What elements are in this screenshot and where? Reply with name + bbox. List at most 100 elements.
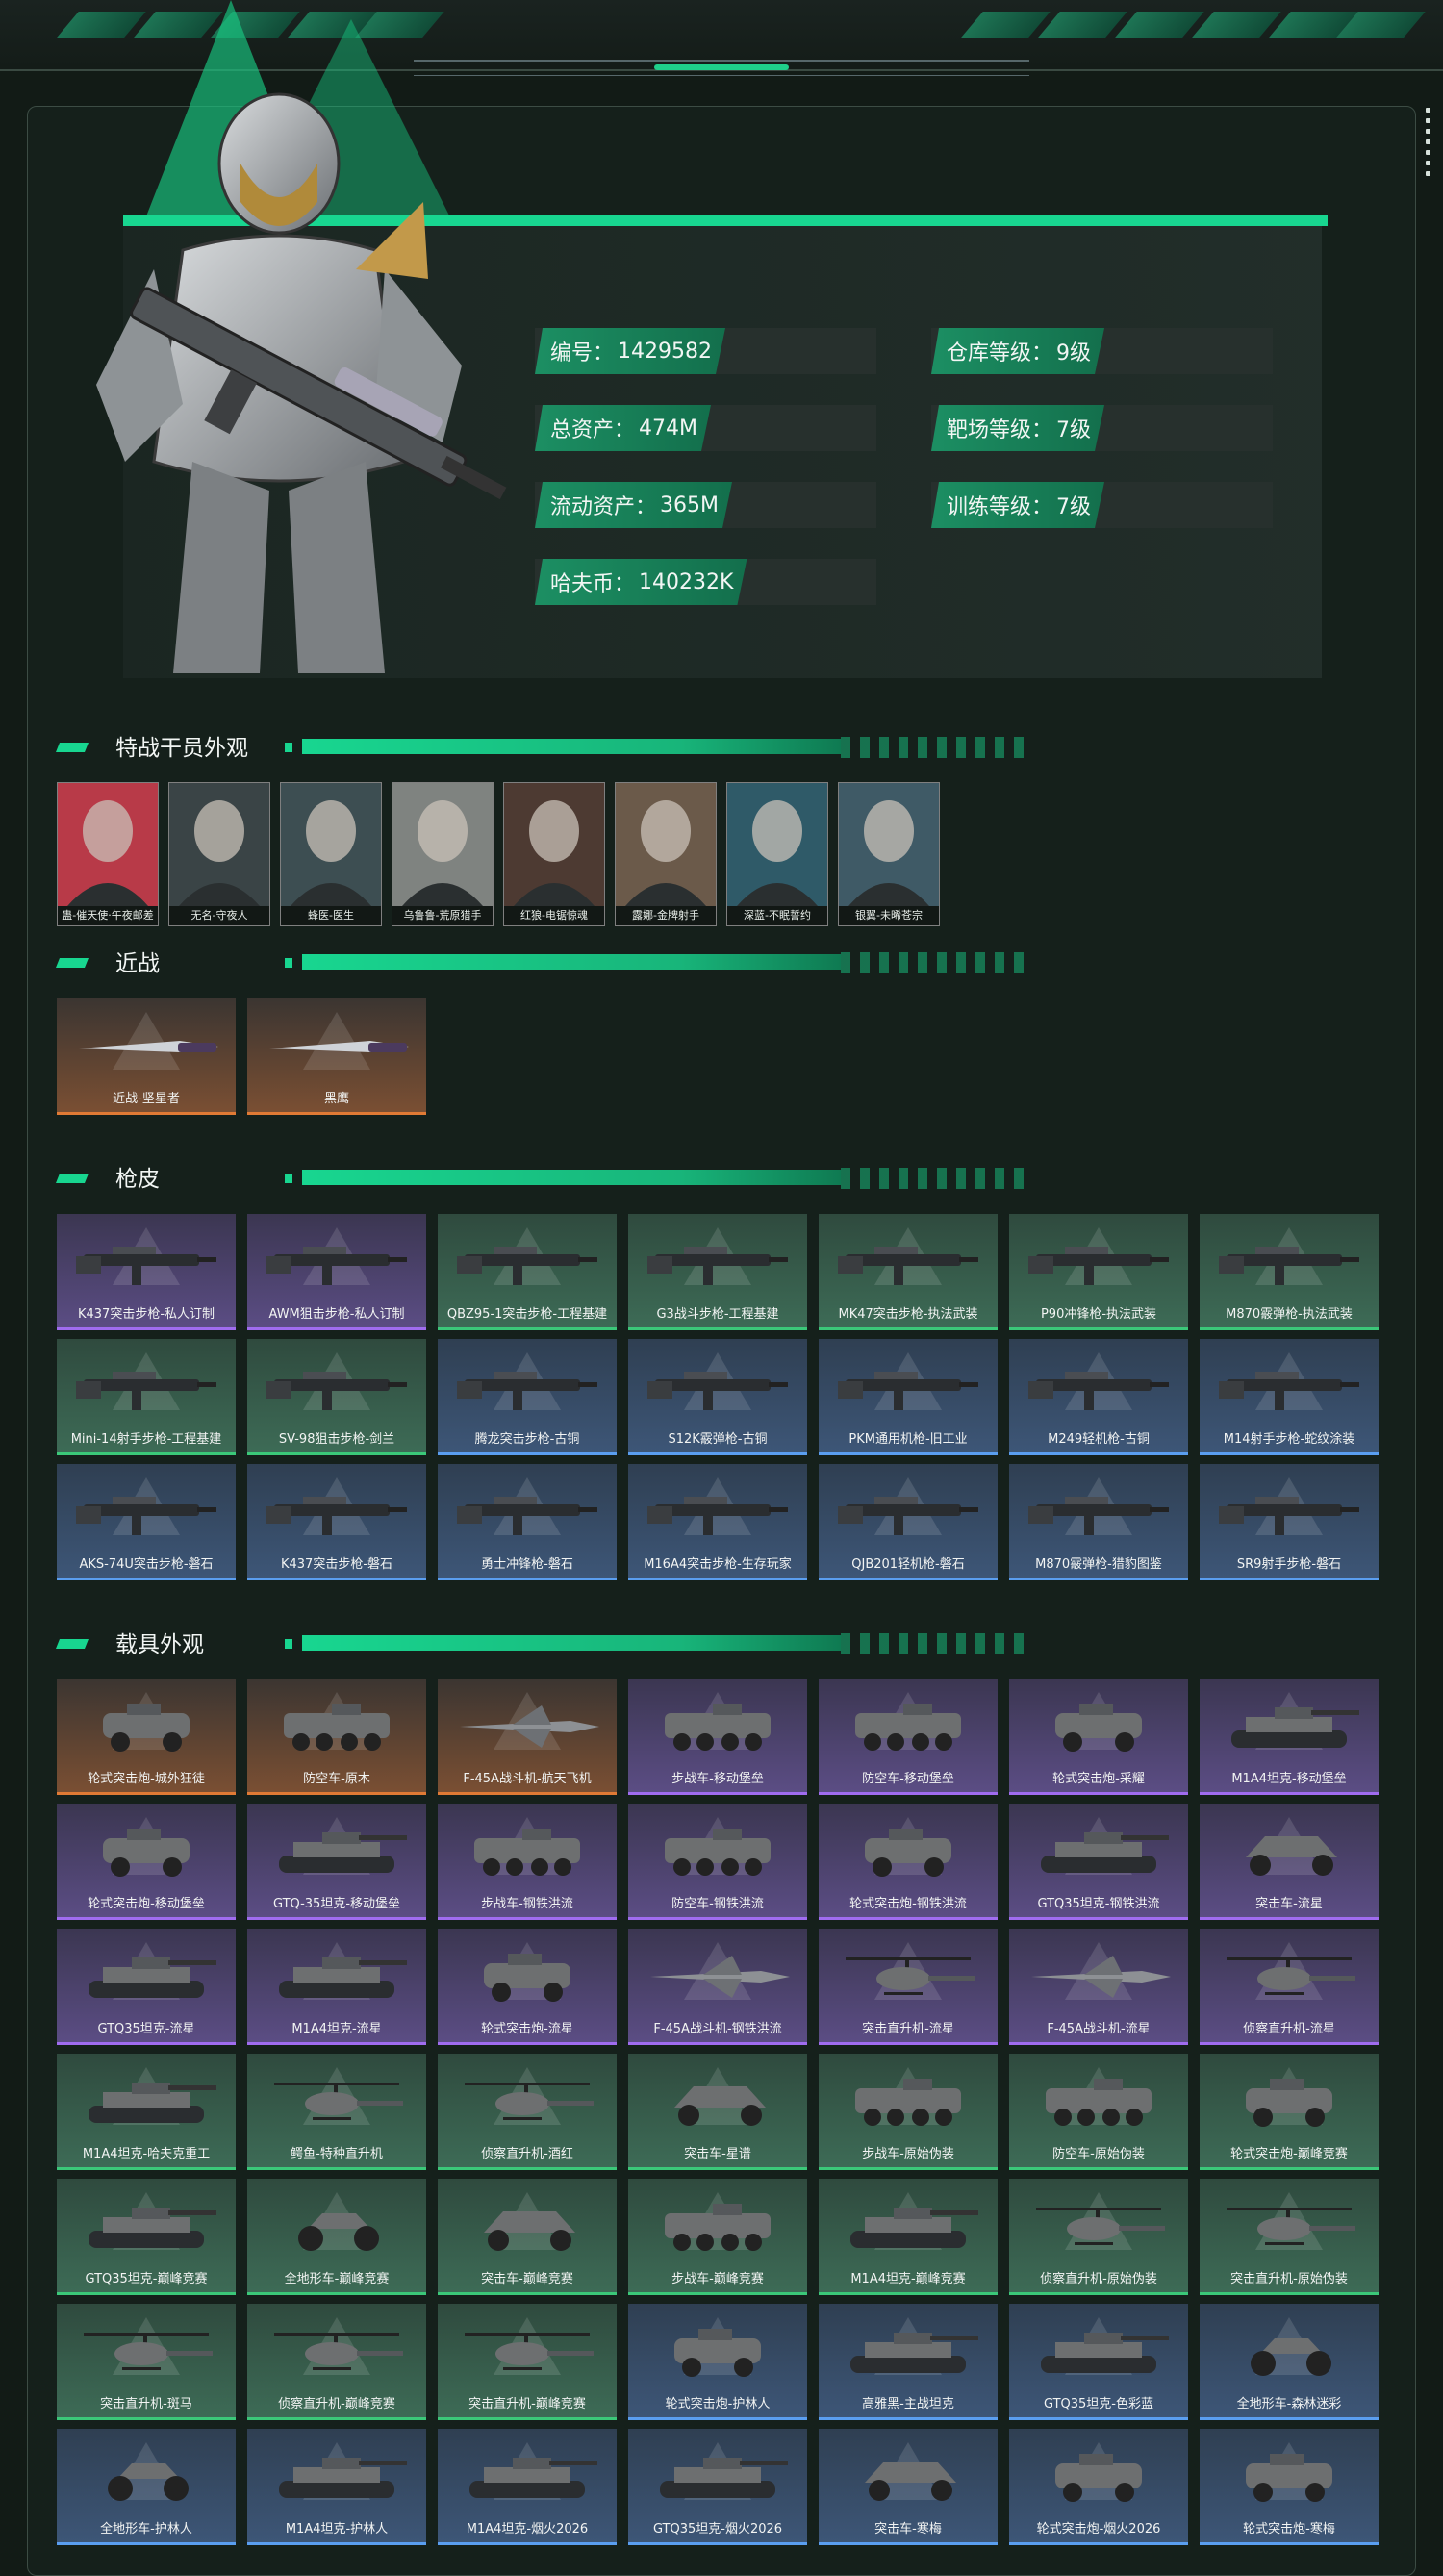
vehicle-card[interactable]: 侦察直升机-原始伪装 — [1009, 2179, 1188, 2295]
vehicle-card[interactable]: 轮式突击炮-寒梅 — [1200, 2429, 1379, 2545]
vehicle-card[interactable]: F-45A战斗机-钢铁洪流 — [628, 1929, 807, 2045]
vehicle-card[interactable]: 突击车-寒梅 — [819, 2429, 998, 2545]
operator-card[interactable]: 蜂医-医生 — [280, 782, 382, 926]
gun-skin-card[interactable]: AWM狙击步枪-私人订制 — [247, 1214, 426, 1330]
vehicle-card[interactable]: 全地形车-巅峰竞赛 — [247, 2179, 426, 2295]
vehicle-card[interactable]: 突击车-流星 — [1200, 1804, 1379, 1920]
vehicle-card[interactable]: 防空车-钢铁洪流 — [628, 1804, 807, 1920]
gun-skin-card[interactable]: P90冲锋枪-执法武装 — [1009, 1214, 1188, 1330]
vehicle-card[interactable]: GTQ35坦克-钢铁洪流 — [1009, 1804, 1188, 1920]
vehicle-card[interactable]: 轮式突击炮-钢铁洪流 — [819, 1804, 998, 1920]
vehicle-name: 轮式突击炮-钢铁洪流 — [849, 1897, 967, 1911]
operator-card[interactable]: 深蓝-不眠誓约 — [726, 782, 828, 926]
vehicle-card[interactable]: M1A4坦克-哈夫克重工 — [57, 2054, 236, 2170]
vehicle-card[interactable]: 轮式突击炮-烟火2026 — [1009, 2429, 1188, 2545]
vehicle-card[interactable]: 突击车-星谱 — [628, 2054, 807, 2170]
vehicle-name: F-45A战斗机-钢铁洪流 — [653, 2022, 782, 2036]
vehicle-card[interactable]: 轮式突击炮-采耀 — [1009, 1679, 1188, 1795]
vehicle-card[interactable]: 侦察直升机-酒红 — [438, 2054, 617, 2170]
vehicle-card[interactable]: 鳄鱼-特种直升机 — [247, 2054, 426, 2170]
vehicle-card[interactable]: 全地形车-森林迷彩 — [1200, 2304, 1379, 2420]
apc-icon — [665, 2204, 771, 2251]
operator-card[interactable]: 露娜-金牌射手 — [615, 782, 717, 926]
operator-card[interactable]: 乌鲁鲁-荒原猎手 — [392, 782, 494, 926]
vehicle-card[interactable]: GTQ35坦克-流星 — [57, 1929, 236, 2045]
vehicle-card[interactable]: 步战车-原始伪装 — [819, 2054, 998, 2170]
gun-skin-card[interactable]: M249轻机枪-古铜 — [1009, 1339, 1188, 1455]
vehicle-card[interactable]: 突击车-巅峰竞赛 — [438, 2179, 617, 2295]
vehicle-card[interactable]: 步战车-移动堡垒 — [628, 1679, 807, 1795]
banner-stripe — [1037, 12, 1127, 38]
gun-skin-card[interactable]: 勇士冲锋枪-磐石 — [438, 1464, 617, 1580]
operator-card[interactable]: 红狼-电锯惊魂 — [503, 782, 605, 926]
melee-card[interactable]: 黑鹰 — [247, 998, 426, 1115]
vehicle-card[interactable]: F-45A战斗机-航天飞机 — [438, 1679, 617, 1795]
gun-skin-card[interactable]: S12K霰弹枪-古铜 — [628, 1339, 807, 1455]
vehicle-card[interactable]: M1A4坦克-烟火2026 — [438, 2429, 617, 2545]
vehicle-card[interactable]: GTQ35坦克-巅峰竞赛 — [57, 2179, 236, 2295]
gun-icon — [647, 1497, 788, 1535]
gun-skin-card[interactable]: Mini-14射手步枪-工程基建 — [57, 1339, 236, 1455]
helicopter-icon — [274, 2333, 403, 2370]
vehicle-card[interactable]: 防空车-移动堡垒 — [819, 1679, 998, 1795]
vehicle-card[interactable]: 防空车-原始伪装 — [1009, 2054, 1188, 2170]
gun-icon — [76, 1372, 216, 1410]
apc-icon — [855, 2079, 961, 2126]
vehicle-card[interactable]: M1A4坦克-护林人 — [247, 2429, 426, 2545]
operator-card[interactable]: 银翼-未晞苍宗 — [838, 782, 940, 926]
vehicle-card[interactable]: 全地形车-护林人 — [57, 2429, 236, 2545]
vehicle-card[interactable]: M1A4坦克-流星 — [247, 1929, 426, 2045]
atv-icon — [1251, 2338, 1331, 2376]
tank-icon — [89, 2083, 216, 2123]
gun-icon — [1028, 1497, 1169, 1535]
gun-skin-card[interactable]: M870霰弹枪-猎豹图鉴 — [1009, 1464, 1188, 1580]
vehicle-card[interactable]: 步战车-巅峰竞赛 — [628, 2179, 807, 2295]
vehicle-card[interactable]: 突击直升机-原始伪装 — [1200, 2179, 1379, 2295]
vehicle-card[interactable]: M1A4坦克-巅峰竞赛 — [819, 2179, 998, 2295]
vehicle-card[interactable]: 轮式突击炮-巅峰竞赛 — [1200, 2054, 1379, 2170]
vehicle-card[interactable]: 侦察直升机-巅峰竞赛 — [247, 2304, 426, 2420]
stat-liquid-assets: 流动资产： 365M — [535, 482, 876, 528]
vehicle-card[interactable]: 步战车-钢铁洪流 — [438, 1804, 617, 1920]
gun-skin-card[interactable]: QJB201轻机枪-磐石 — [819, 1464, 998, 1580]
gun-skin-card[interactable]: K437突击步枪-私人订制 — [57, 1214, 236, 1330]
gun-skin-card[interactable]: MK47突击步枪-执法武装 — [819, 1214, 998, 1330]
vehicle-name: 侦察直升机-酒红 — [481, 2147, 573, 2161]
vehicle-card[interactable]: 轮式突击炮-流星 — [438, 1929, 617, 2045]
gun-skin-card[interactable]: K437突击步枪-磐石 — [247, 1464, 426, 1580]
vehicle-card[interactable]: 突击直升机-斑马 — [57, 2304, 236, 2420]
melee-card[interactable]: 近战-坚星者 — [57, 998, 236, 1115]
operator-card[interactable]: 蛊-催天使·午夜邮差 — [57, 782, 159, 926]
vehicle-card[interactable]: 侦察直升机-流星 — [1200, 1929, 1379, 2045]
vehicle-card[interactable]: M1A4坦克-移动堡垒 — [1200, 1679, 1379, 1795]
gun-skin-card[interactable]: M870霰弹枪-执法武装 — [1200, 1214, 1379, 1330]
stat-id: 编号： 1429582 — [535, 328, 876, 374]
gun-skin-card[interactable]: AKS-74U突击步枪-磐石 — [57, 1464, 236, 1580]
vehicle-card[interactable]: GTQ35坦克-色彩蓝 — [1009, 2304, 1188, 2420]
gun-skin-card[interactable]: 腾龙突击步枪-古铜 — [438, 1339, 617, 1455]
vehicle-card[interactable]: GTQ-35坦克-移动堡垒 — [247, 1804, 426, 1920]
gun-skin-name: P90冲锋枪-执法武装 — [1040, 1307, 1157, 1322]
gun-skin-card[interactable]: G3战斗步枪-工程基建 — [628, 1214, 807, 1330]
vehicle-card[interactable]: 轮式突击炮-城外狂徒 — [57, 1679, 236, 1795]
gun-icon — [1219, 1247, 1359, 1285]
gun-skin-card[interactable]: SR9射手步枪-磐石 — [1200, 1464, 1379, 1580]
vehicle-card[interactable]: 突击直升机-巅峰竞赛 — [438, 2304, 617, 2420]
operator-card[interactable]: 无名-守夜人 — [168, 782, 270, 926]
gun-skin-card[interactable]: PKM通用机枪-旧工业 — [819, 1339, 998, 1455]
banner-stripe — [1191, 12, 1281, 38]
gun-skin-card[interactable]: M16A4突击步枪-生存玩家 — [628, 1464, 807, 1580]
vehicle-card[interactable]: 突击直升机-流星 — [819, 1929, 998, 2045]
vehicle-card[interactable]: GTQ35坦克-烟火2026 — [628, 2429, 807, 2545]
vehicle-card[interactable]: 防空车-原木 — [247, 1679, 426, 1795]
operator-avatar-icon — [839, 783, 939, 906]
gun-skin-card[interactable]: SV-98狙击步枪-剑兰 — [247, 1339, 426, 1455]
gun-skin-card[interactable]: QBZ95-1突击步枪-工程基建 — [438, 1214, 617, 1330]
gun-skin-card[interactable]: M14射手步枪-蛇纹涂装 — [1200, 1339, 1379, 1455]
section-title: 近战 — [115, 951, 160, 976]
vehicle-card[interactable]: 轮式突击炮-移动堡垒 — [57, 1804, 236, 1920]
vehicle-card[interactable]: F-45A战斗机-流星 — [1009, 1929, 1188, 2045]
vehicle-card[interactable]: 轮式突击炮-护林人 — [628, 2304, 807, 2420]
vehicle-name: 轮式突击炮-护林人 — [665, 2397, 771, 2412]
vehicle-card[interactable]: 高雅黑-主战坦克 — [819, 2304, 998, 2420]
